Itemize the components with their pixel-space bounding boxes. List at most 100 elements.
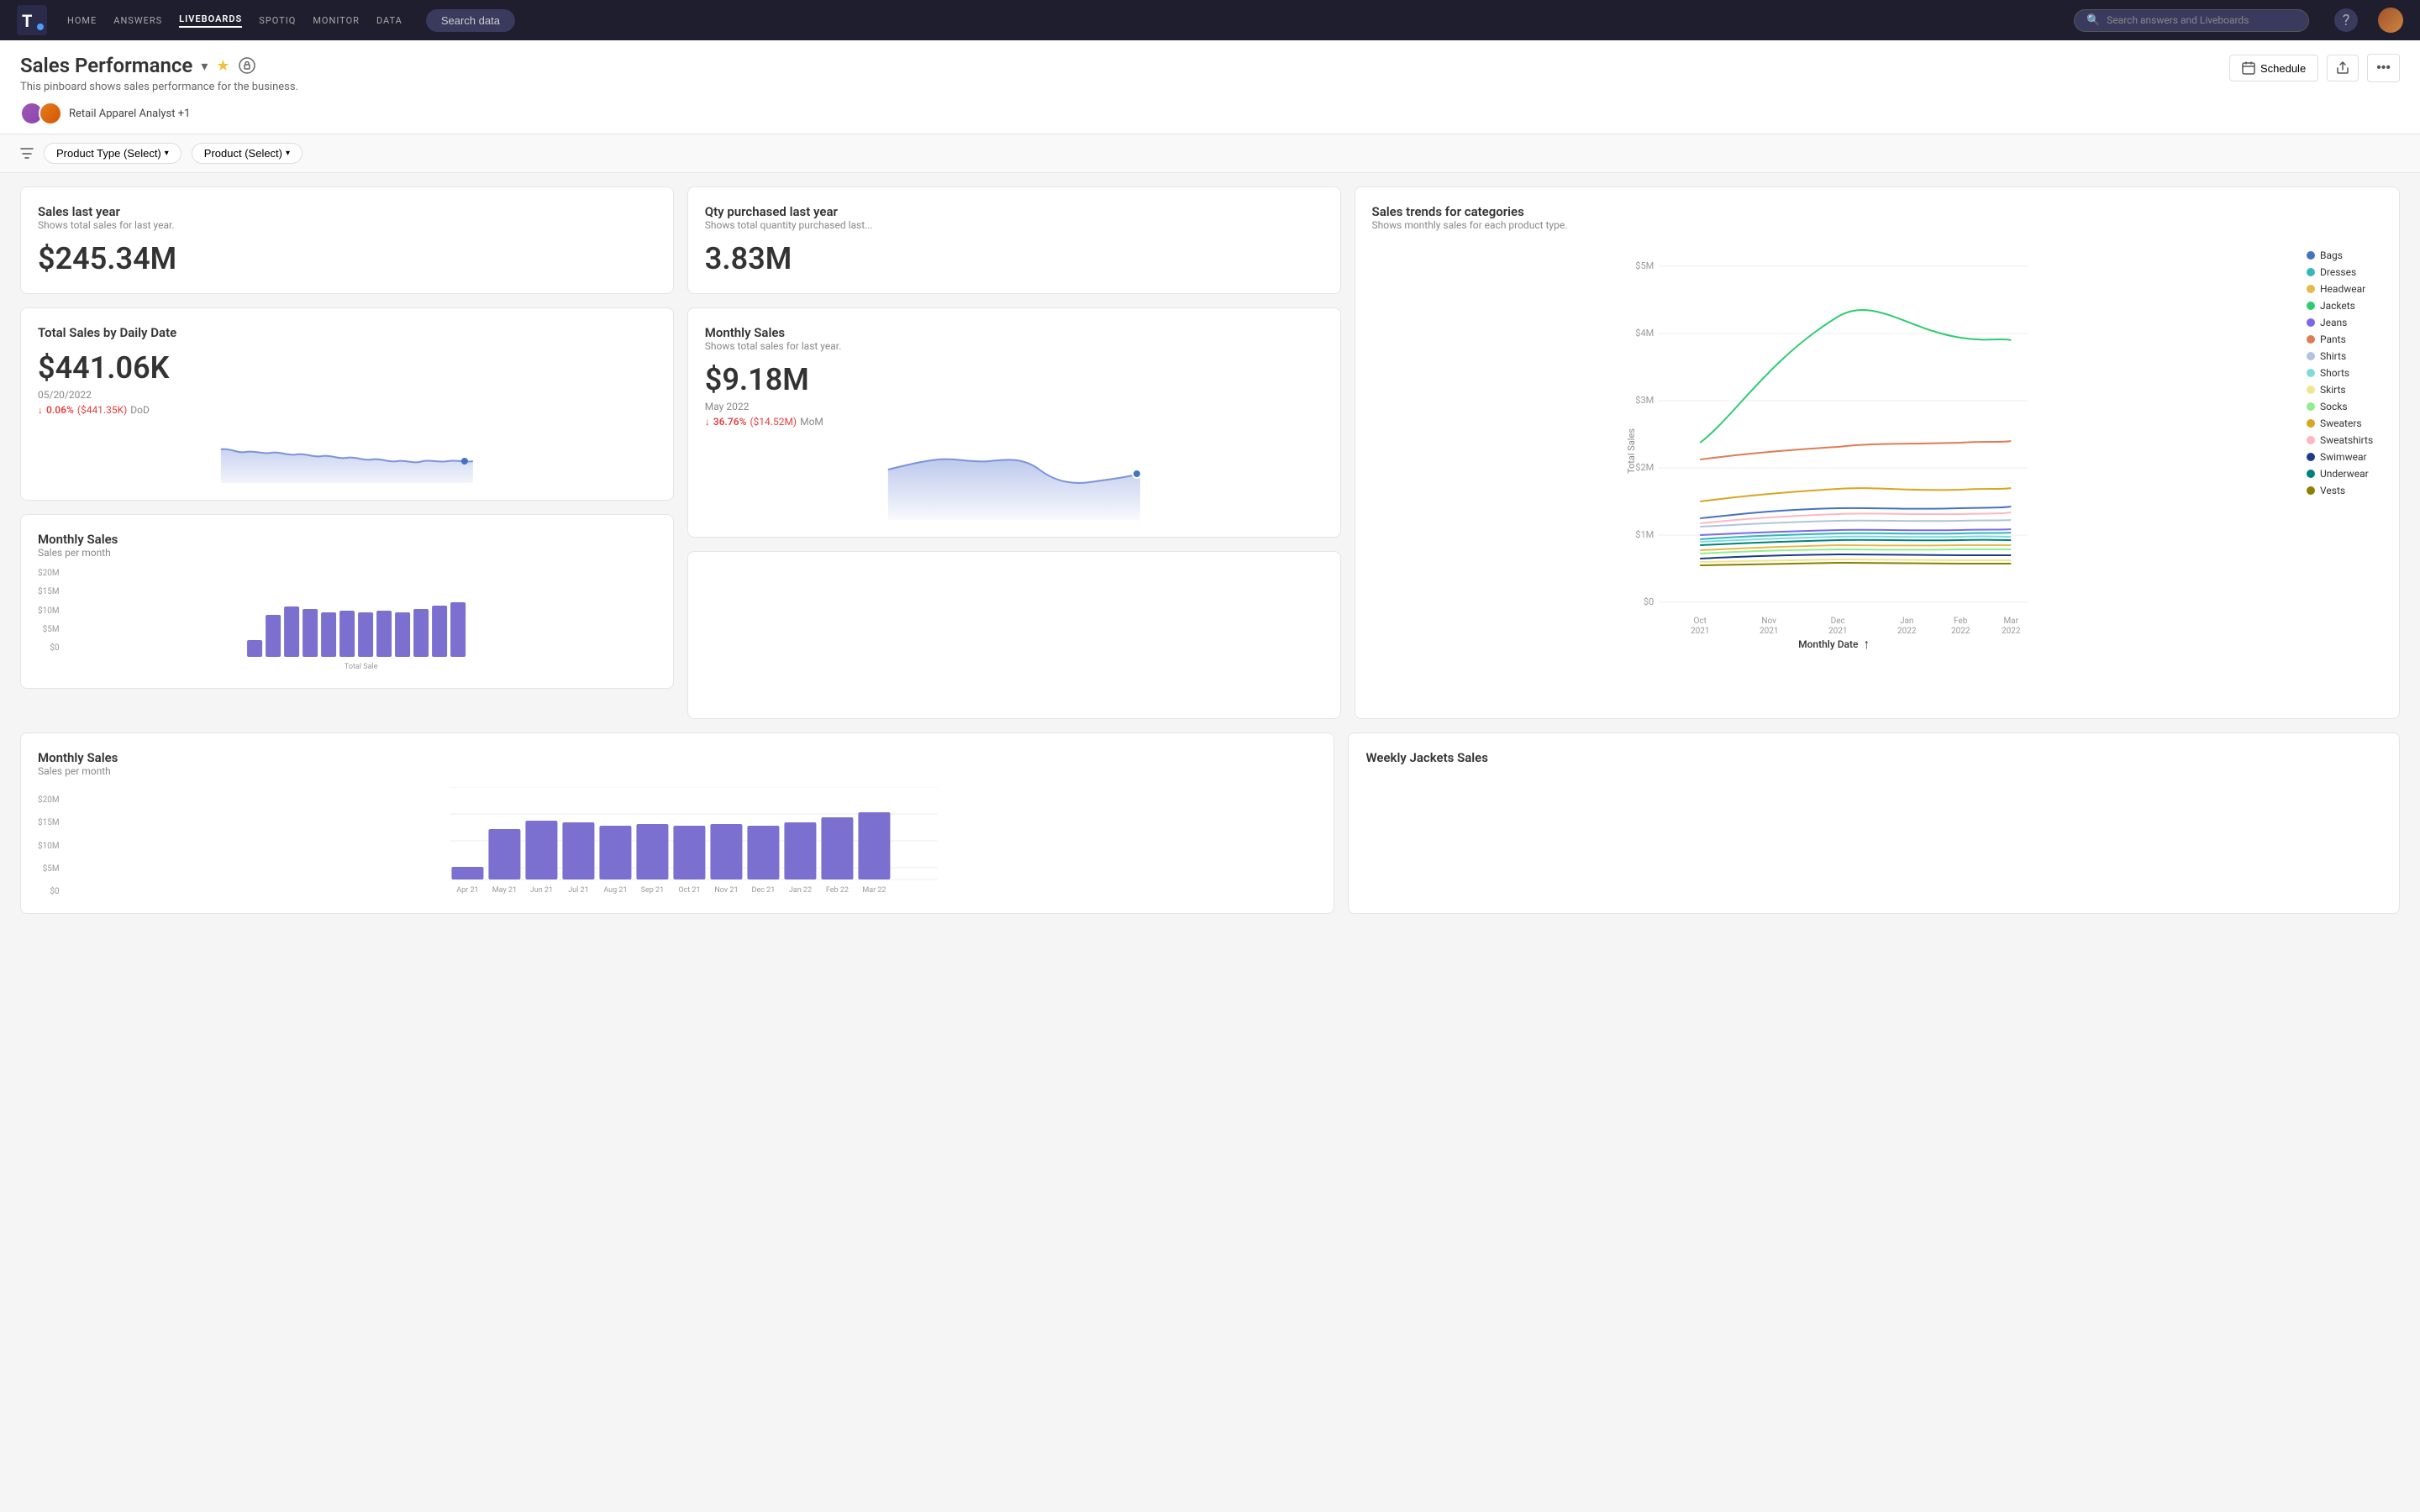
svg-text:Sep 21: Sep 21 xyxy=(640,886,664,895)
lock-icon[interactable] xyxy=(239,57,255,74)
svg-text:2021: 2021 xyxy=(1828,627,1847,636)
svg-text:Dec: Dec xyxy=(1830,617,1844,626)
monthly-change-amt: ($14.52M) xyxy=(750,416,797,428)
authors-label: Retail Apparel Analyst +1 xyxy=(69,108,190,120)
weekly-jackets-card: Weekly Jackets Sales xyxy=(1348,732,2400,914)
monthly-sales-full-title: Monthly Sales xyxy=(38,750,1317,765)
filter2-arrow: ▾ xyxy=(286,149,290,158)
monthly-sales-subtitle: Shows total sales for last year. xyxy=(705,340,1323,352)
total-sales-daily-date: 05/20/2022 xyxy=(38,389,656,401)
sort-icon[interactable]: ↑ xyxy=(1863,636,1870,653)
chart-legend: Bags Dresses Headwear Jackets Jeans Pant… xyxy=(2307,241,2382,653)
nav-spotiq[interactable]: SPOTIQ xyxy=(259,15,296,26)
svg-text:$3M: $3M xyxy=(1635,395,1654,406)
page-subtitle: This pinboard shows sales performance fo… xyxy=(20,81,298,93)
share-button[interactable] xyxy=(2327,55,2359,81)
svg-text:Apr 21: Apr 21 xyxy=(456,886,478,895)
monthly-sales-bar-card: Monthly Sales Sales per month $20M $15M … xyxy=(20,514,674,689)
svg-text:T: T xyxy=(22,11,32,31)
svg-text:Jul 21: Jul 21 xyxy=(568,886,588,895)
search-bar[interactable]: 🔍 Search answers and Liveboards xyxy=(2074,9,2309,32)
nav-answers[interactable]: ANSWERS xyxy=(113,15,162,26)
monthly-sales-card: Monthly Sales Shows total sales for last… xyxy=(687,307,1341,538)
monthly-sales-value: $9.18M xyxy=(705,362,1323,397)
sales-last-year-value: $245.34M xyxy=(38,241,656,276)
legend-jackets: Jackets xyxy=(2307,300,2382,312)
monthly-sales-title: Monthly Sales xyxy=(705,325,1323,340)
legend-swimwear: Swimwear xyxy=(2307,451,2382,463)
filter1-arrow: ▾ xyxy=(165,149,169,158)
user-avatar[interactable] xyxy=(2378,8,2403,33)
monthly-change-label: MoM xyxy=(800,416,823,428)
search-placeholder: Search answers and Liveboards xyxy=(2107,14,2249,26)
page-header: Sales Performance ▾ ★ This pinboard show… xyxy=(0,40,2420,134)
legend-jeans: Jeans xyxy=(2307,317,2382,328)
product-filter[interactable]: Product (Select) ▾ xyxy=(192,143,302,164)
legend-sweatshirts: Sweatshirts xyxy=(2307,434,2382,446)
legend-pants: Pants xyxy=(2307,333,2382,345)
nav-data[interactable]: DATA xyxy=(376,15,402,26)
schedule-label: Schedule xyxy=(2260,62,2306,75)
product-type-filter[interactable]: Product Type (Select) ▾ xyxy=(44,143,182,164)
favorite-icon[interactable]: ★ xyxy=(216,57,229,75)
filters-bar: Product Type (Select) ▾ Product (Select)… xyxy=(0,134,2420,173)
svg-text:Aug 21: Aug 21 xyxy=(603,886,627,895)
authors-section: Retail Apparel Analyst +1 xyxy=(20,102,298,125)
sales-last-year-title: Sales last year xyxy=(38,204,656,219)
qty-purchased-title: Qty purchased last year xyxy=(705,204,1323,219)
monthly-sales-full-subtitle: Sales per month xyxy=(38,765,1317,777)
title-dropdown-icon[interactable]: ▾ xyxy=(201,58,208,74)
total-sales-daily-value: $441.06K xyxy=(38,350,656,386)
change-amt: ($441.35K) xyxy=(77,404,127,416)
search-data-button[interactable]: Search data xyxy=(426,9,515,32)
sales-trends-subtitle: Shows monthly sales for each product typ… xyxy=(1372,219,2382,231)
legend-vests: Vests xyxy=(2307,485,2382,496)
svg-text:Oct: Oct xyxy=(1693,617,1706,626)
monthly-sales-bar-subtitle: Sales per month xyxy=(38,547,656,559)
svg-text:$5M: $5M xyxy=(1635,260,1654,271)
monthly-sales-full-bar-card: Monthly Sales Sales per month $20M $15M … xyxy=(20,732,1334,914)
help-icon[interactable]: ? xyxy=(2334,8,2358,32)
svg-text:May 21: May 21 xyxy=(492,886,516,895)
svg-text:$1M: $1M xyxy=(1635,529,1654,540)
svg-text:Jan: Jan xyxy=(1900,617,1913,626)
product-type-label: Product Type (Select) xyxy=(56,147,161,160)
product-label: Product (Select) xyxy=(204,147,282,160)
svg-text:Jan 22: Jan 22 xyxy=(788,886,811,895)
x-axis-label: Monthly Date xyxy=(1798,638,1858,650)
sales-last-year-card: Sales last year Shows total sales for la… xyxy=(20,186,674,294)
nav-liveboards[interactable]: LIVEBOARDS xyxy=(179,13,242,28)
page-title: Sales Performance xyxy=(20,54,192,77)
svg-text:2022: 2022 xyxy=(2002,627,2021,636)
monthly-down-arrow: ↓ xyxy=(705,416,710,428)
legend-shirts: Shirts xyxy=(2307,350,2382,362)
legend-dresses: Dresses xyxy=(2307,266,2382,278)
more-options-button[interactable]: ••• xyxy=(2367,54,2400,82)
legend-skirts: Skirts xyxy=(2307,384,2382,396)
change-pct: 0.06% xyxy=(46,404,74,416)
author-avatar-2 xyxy=(39,102,62,125)
total-sales-daily-title: Total Sales by Daily Date xyxy=(38,325,656,340)
legend-socks: Socks xyxy=(2307,401,2382,412)
qty-purchased-card: Qty purchased last year Shows total quan… xyxy=(687,186,1341,294)
sparkline-daily xyxy=(38,424,656,483)
legend-bags: Bags xyxy=(2307,249,2382,261)
monthly-sales-bar-title: Monthly Sales xyxy=(38,532,656,547)
share-icon xyxy=(2336,61,2349,75)
sales-trends-card: Sales trends for categories Shows monthl… xyxy=(1355,186,2400,719)
change-label: DoD xyxy=(130,404,150,416)
sparkline-monthly xyxy=(705,436,1323,520)
logo: T xyxy=(17,5,47,35)
svg-text:Nov: Nov xyxy=(1761,617,1776,626)
svg-text:2022: 2022 xyxy=(1897,627,1917,636)
legend-headwear: Headwear xyxy=(2307,283,2382,295)
total-sales-daily-card: Total Sales by Daily Date $441.06K 05/20… xyxy=(20,307,674,501)
svg-text:Mar: Mar xyxy=(2003,617,2018,626)
schedule-button[interactable]: Schedule xyxy=(2229,55,2318,81)
filter-icon xyxy=(20,148,34,160)
nav-home[interactable]: HOME xyxy=(67,15,97,26)
svg-text:Jun 21: Jun 21 xyxy=(529,886,552,895)
monthly-sales-change: ↓ 36.76% ($14.52M) MoM xyxy=(705,416,1323,428)
weekly-jackets-title: Weekly Jackets Sales xyxy=(1365,750,2382,765)
nav-monitor[interactable]: MONITOR xyxy=(313,15,360,26)
